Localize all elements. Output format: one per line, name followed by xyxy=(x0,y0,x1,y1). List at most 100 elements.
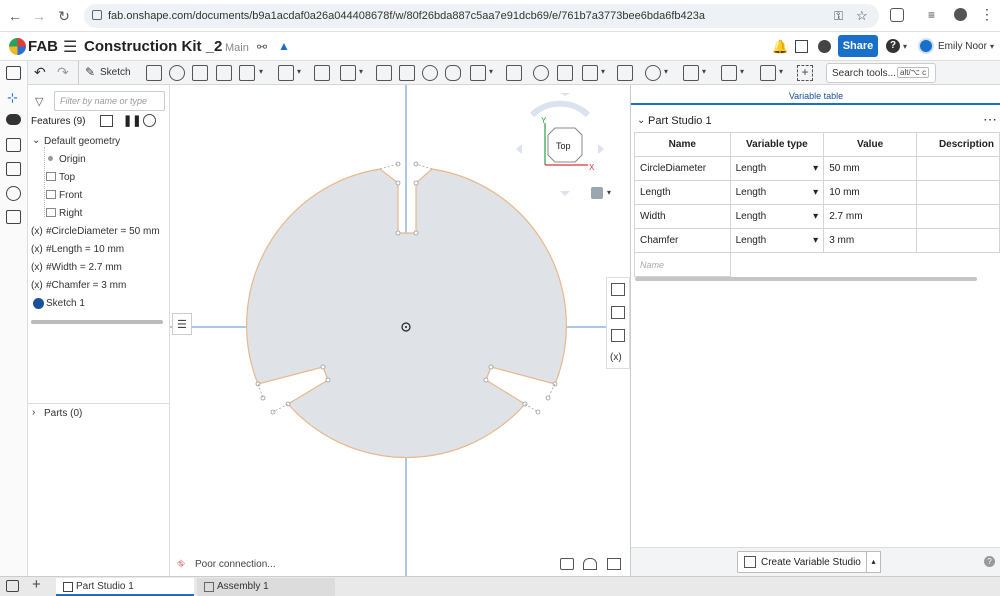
mate-caret-icon[interactable]: ▾ xyxy=(740,67,744,76)
chamfer-icon[interactable] xyxy=(314,65,330,81)
draft-icon[interactable] xyxy=(340,65,356,81)
measure-icon[interactable] xyxy=(560,558,574,570)
view-options-cube-icon[interactable] xyxy=(591,187,603,199)
feature-variable-chamfer[interactable]: #Chamfer = 3 mm xyxy=(46,280,126,291)
surface-caret-icon[interactable]: ▾ xyxy=(779,67,783,76)
tree-item-top[interactable]: Top xyxy=(59,172,75,183)
rib-icon[interactable] xyxy=(376,65,392,81)
user-menu-caret-icon[interactable]: ▾ xyxy=(990,42,994,51)
instances-icon[interactable]: ⊹ xyxy=(7,90,18,106)
appearance-icon[interactable] xyxy=(611,283,625,296)
forward-icon[interactable]: → xyxy=(30,7,48,25)
create-variable-studio-button[interactable]: Create Variable Studio xyxy=(737,551,867,573)
help-icon[interactable]: ? xyxy=(886,39,900,53)
view-cube-top-label[interactable]: Top xyxy=(556,141,571,151)
tab-manager-icon[interactable] xyxy=(6,580,19,592)
history-icon[interactable] xyxy=(6,186,21,201)
modify-fillet-icon[interactable] xyxy=(645,65,661,81)
parts-icon[interactable] xyxy=(6,162,21,176)
exploded-view-icon[interactable] xyxy=(611,329,625,342)
user-name[interactable]: Emily Noor xyxy=(938,41,987,52)
new-variable-row[interactable]: Name xyxy=(634,252,1000,277)
plane-caret-icon[interactable]: ▾ xyxy=(702,67,706,76)
parts-expand-icon[interactable]: › xyxy=(32,407,35,418)
variable-description-cell[interactable] xyxy=(915,228,1000,253)
variable-description-cell[interactable] xyxy=(915,204,1000,229)
add-custom-feature-icon[interactable]: + xyxy=(797,65,813,81)
link-icon[interactable]: ⚯ xyxy=(257,40,267,54)
variable-type-select[interactable]: Length ▾ xyxy=(729,156,825,181)
tree-item-front[interactable]: Front xyxy=(59,190,82,201)
browser-menu-icon[interactable]: ⋮ xyxy=(980,6,994,23)
extensions-icon[interactable] xyxy=(890,8,904,22)
rotate-down-arrow-icon[interactable] xyxy=(560,191,570,196)
cylinder-icon[interactable] xyxy=(445,65,461,81)
feature-list-icon[interactable] xyxy=(6,66,21,80)
split-icon[interactable] xyxy=(557,65,573,81)
revolve-icon[interactable] xyxy=(169,65,185,81)
fillet-icon[interactable] xyxy=(278,65,294,81)
add-folder-icon[interactable] xyxy=(100,115,113,127)
pause-rollback-icon[interactable]: ❚❚ xyxy=(123,114,141,127)
modify-caret-icon[interactable]: ▾ xyxy=(664,67,668,76)
variable-table-toggle-icon[interactable]: (x) xyxy=(610,352,622,363)
pattern-caret-icon[interactable]: ▾ xyxy=(489,67,493,76)
feature-sketch-1[interactable]: Sketch 1 xyxy=(46,298,85,309)
back-icon[interactable]: ← xyxy=(6,7,24,25)
thicken-icon[interactable] xyxy=(239,65,255,81)
variable-name-cell[interactable]: Length xyxy=(634,180,731,205)
variable-name-cell[interactable]: CircleDiameter xyxy=(634,156,731,181)
variable-type-select[interactable]: Length ▾ xyxy=(729,228,825,253)
variable-description-cell[interactable] xyxy=(915,180,1000,205)
tab-assembly-1[interactable]: Assembly 1 xyxy=(197,578,335,596)
create-studio-caret-icon[interactable]: ▴ xyxy=(866,551,881,573)
display-mode-icon[interactable] xyxy=(583,558,597,570)
undo-icon[interactable]: ↶ xyxy=(34,64,46,81)
share-button[interactable]: Share xyxy=(838,35,878,57)
feature-variable-width[interactable]: #Width = 2.7 mm xyxy=(46,262,122,273)
transform-caret-icon[interactable]: ▾ xyxy=(601,67,605,76)
zoom-fit-icon[interactable] xyxy=(607,558,621,570)
timer-icon[interactable] xyxy=(143,114,156,127)
table-horizontal-scrollbar[interactable] xyxy=(635,277,977,281)
variable-value-cell[interactable]: 10 mm xyxy=(823,180,917,205)
feature-filter-input[interactable]: Filter by name or type xyxy=(54,91,165,111)
loft-icon[interactable] xyxy=(216,65,232,81)
extrude-icon[interactable] xyxy=(146,65,162,81)
media-icon[interactable]: ≡ xyxy=(928,8,935,22)
draft-caret-icon[interactable]: ▾ xyxy=(359,67,363,76)
feature-variable-circle-diameter[interactable]: #CircleDiameter = 50 mm xyxy=(46,226,160,237)
sketch-pencil-icon[interactable]: ✎ xyxy=(85,65,95,79)
rotate-right-arrow-icon[interactable] xyxy=(598,144,604,154)
graphics-viewport[interactable]: Top Y X ▾ (x) ☰ ⛗ Poor connection... xyxy=(170,85,630,576)
fillet-caret-icon[interactable]: ▾ xyxy=(297,67,301,76)
profile-icon[interactable] xyxy=(954,8,967,21)
search-tools-input[interactable]: Search tools... alt/⌥ c xyxy=(826,63,936,83)
user-avatar[interactable] xyxy=(918,38,934,54)
table-row[interactable]: Chamfer Length ▾ 3 mm xyxy=(634,228,1000,253)
variable-value-cell[interactable]: 3 mm xyxy=(823,228,917,253)
linear-pattern-icon[interactable] xyxy=(470,65,486,81)
notification-bell-icon[interactable]: 🔔 xyxy=(772,39,788,55)
view-cube-rotate-ring[interactable] xyxy=(529,100,591,118)
variable-value-cell[interactable]: 50 mm xyxy=(823,156,917,181)
key-icon[interactable]: ⚿ xyxy=(834,9,843,24)
variable-name-cell[interactable]: Chamfer xyxy=(634,228,731,253)
boolean-icon[interactable] xyxy=(533,65,549,81)
bookmark-star-icon[interactable]: ☆ xyxy=(856,8,868,24)
rotate-left-arrow-icon[interactable] xyxy=(516,144,522,154)
document-title[interactable]: Construction Kit _2 xyxy=(84,38,222,55)
variable-description-cell[interactable] xyxy=(915,156,1000,181)
feature-list-toggle[interactable]: ☰ xyxy=(172,313,192,335)
edit-notes-icon[interactable] xyxy=(6,138,21,152)
tree-item-origin[interactable]: Origin xyxy=(59,154,86,165)
app-store-icon[interactable] xyxy=(795,40,808,53)
section-view-icon[interactable] xyxy=(611,306,625,319)
variable-type-select[interactable]: Length ▾ xyxy=(729,204,825,229)
add-tab-icon[interactable]: + xyxy=(32,576,41,593)
delete-part-icon[interactable] xyxy=(617,65,633,81)
studio-collapse-icon[interactable]: ⌄ xyxy=(637,115,645,126)
default-geometry-item[interactable]: Default geometry xyxy=(44,136,120,147)
plane-icon[interactable] xyxy=(683,65,699,81)
site-info-icon[interactable] xyxy=(92,10,102,20)
